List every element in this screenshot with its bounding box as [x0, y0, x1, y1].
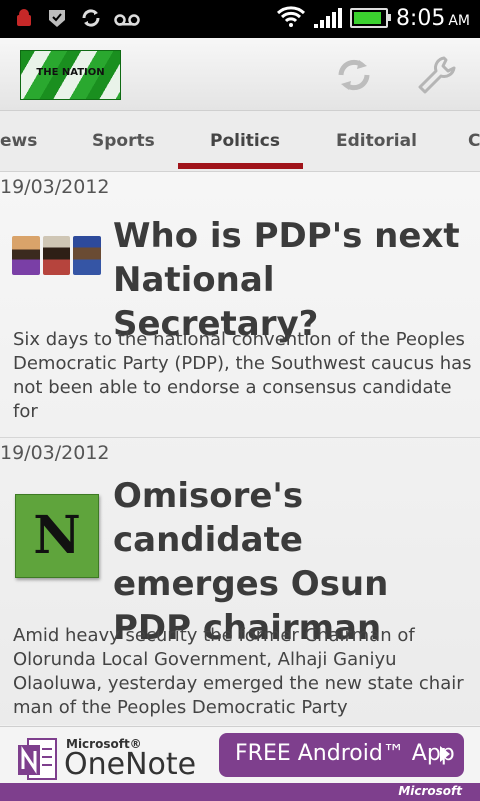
tab-news[interactable]: ews	[0, 131, 37, 151]
notification-icons	[14, 7, 140, 34]
android-debug-icon	[14, 8, 34, 33]
ad-product: OneNote	[64, 747, 197, 782]
status-right: 8:05 AM	[276, 4, 470, 32]
ad-footer: Microsoft	[0, 783, 480, 801]
tab-next[interactable]: C	[468, 131, 480, 151]
onenote-icon	[18, 738, 57, 780]
clock-time: 8:05	[395, 5, 446, 31]
refresh-icon	[338, 59, 370, 91]
article-thumbnail	[12, 236, 102, 275]
ad-cta-button[interactable]: FREE Android™ App	[219, 733, 464, 777]
list-item[interactable]: 19/03/2012 Who is PDP's next National Se…	[0, 172, 480, 437]
check-shield-icon	[46, 7, 68, 34]
article-title: Who is PDP's next National Secretary?	[113, 216, 460, 344]
tab-sports[interactable]: Sports	[92, 131, 155, 151]
ad-banner[interactable]: Microsoft® OneNote FREE Android™ App Mic…	[0, 726, 480, 801]
article-summary: Six days to the national convention of t…	[13, 329, 472, 422]
tab-editorial[interactable]: Editorial	[336, 131, 417, 151]
clock-ampm: AM	[448, 12, 470, 29]
ad-cta-label: FREE Android™ App	[235, 741, 455, 766]
article-summary: Amid heavy security the former Chairman …	[13, 625, 464, 718]
sync-icon	[80, 7, 102, 34]
active-tab-indicator	[178, 163, 303, 169]
battery-icon	[349, 8, 391, 28]
voicemail-icon	[114, 9, 140, 33]
tab-politics[interactable]: Politics	[210, 131, 280, 151]
article-date: 19/03/2012	[0, 442, 110, 464]
app-header: THE NATION	[0, 38, 480, 111]
play-arrow-icon	[440, 746, 450, 762]
article-list[interactable]: 19/03/2012 Who is PDP's next National Se…	[0, 172, 480, 725]
settings-button[interactable]	[414, 52, 460, 98]
thumbnail-letter: N	[33, 505, 81, 566]
category-tabs: ews Sports Politics Editorial C	[0, 111, 480, 172]
logo-text: THE NATION	[36, 67, 105, 78]
refresh-button[interactable]	[331, 52, 377, 98]
nation-n-thumbnail: N	[15, 494, 99, 578]
ad-footer-text: Microsoft	[398, 784, 462, 798]
signal-icon	[313, 8, 342, 28]
list-item[interactable]: 19/03/2012 Omisore's candidate emerges O…	[0, 438, 480, 725]
article-date: 19/03/2012	[0, 176, 110, 198]
clock: 8:05 AM	[396, 6, 470, 31]
wrench-icon	[418, 56, 456, 94]
status-bar: 8:05 AM	[0, 0, 480, 38]
app-logo[interactable]: THE NATION	[20, 50, 121, 100]
wifi-icon	[276, 4, 306, 32]
